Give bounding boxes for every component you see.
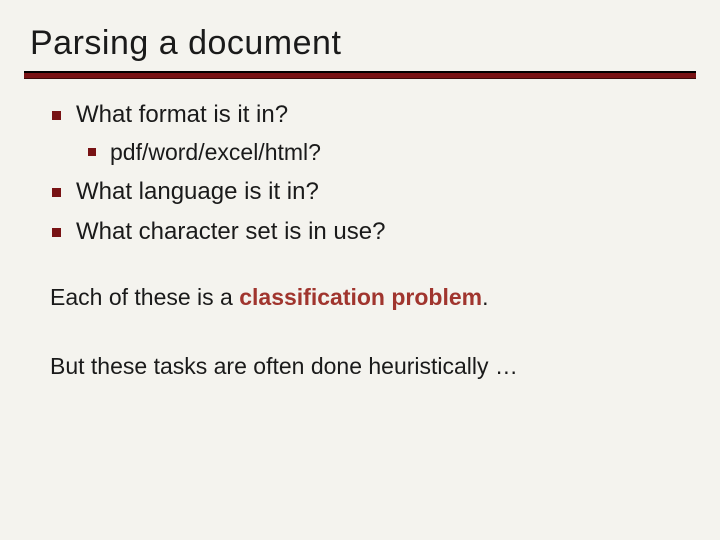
list-item: What format is it in? pdf/word/excel/htm… [40, 97, 680, 170]
list-item: pdf/word/excel/html? [76, 135, 680, 170]
para-text-prefix: Each of these is a [50, 284, 239, 310]
emphasis-text: classification problem [239, 284, 482, 310]
bullet-text: What format is it in? [76, 101, 288, 128]
slide-body: What format is it in? pdf/word/excel/htm… [0, 79, 720, 380]
list-item: What language is it in? [40, 174, 680, 210]
bullet-text: What character set is in use? [76, 218, 385, 245]
para-text-suffix: . [482, 284, 488, 310]
slide-title: Parsing a document [0, 0, 720, 71]
bullet-text: What language is it in? [76, 178, 319, 205]
bullet-list: What format is it in? pdf/word/excel/htm… [40, 97, 680, 250]
title-divider [24, 71, 696, 79]
sub-bullet-list: pdf/word/excel/html? [76, 135, 680, 170]
bullet-text: pdf/word/excel/html? [110, 139, 321, 165]
list-item: What character set is in use? [40, 214, 680, 250]
paragraph-classification: Each of these is a classification proble… [40, 284, 680, 311]
paragraph-heuristic: But these tasks are often done heuristic… [40, 353, 680, 380]
